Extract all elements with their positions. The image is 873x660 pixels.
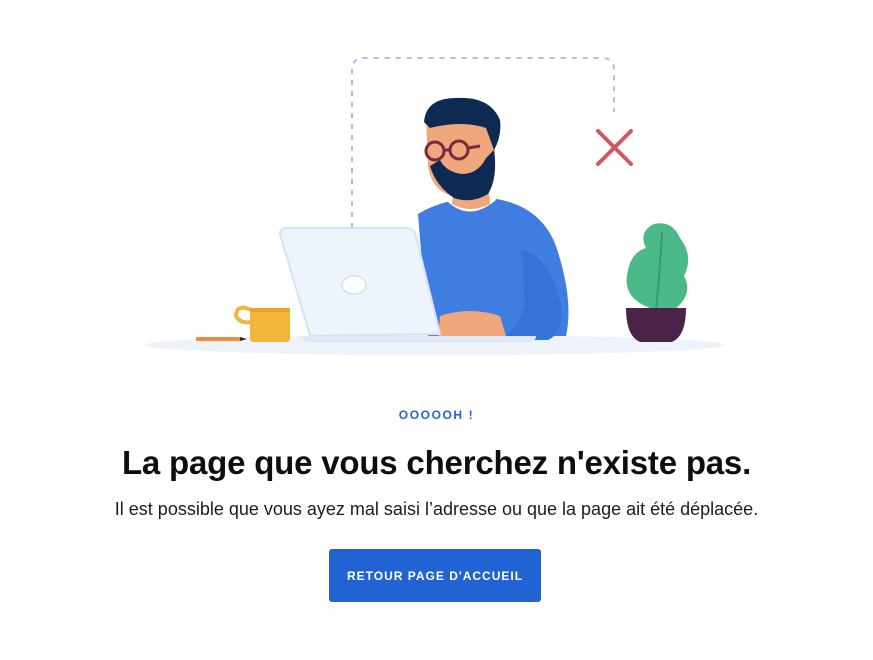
error-description: Il est possible que vous ayez mal saisi … <box>114 499 759 519</box>
man-with-glasses <box>418 97 569 340</box>
error-eyebrow: OOOOOH ! <box>398 408 475 422</box>
close-icon <box>596 129 633 166</box>
error-illustration <box>145 57 725 355</box>
hand <box>438 311 506 338</box>
page-title: La page que vous cherchez n'existe pas. <box>121 444 752 481</box>
pencil-icon <box>196 337 247 341</box>
error-page: OOOOOH ! La page que vous cherchez n'exi… <box>0 0 873 660</box>
back-home-button[interactable]: RETOUR PAGE D'ACCUEIL <box>329 549 541 602</box>
plant-icon <box>626 223 689 342</box>
mug-icon <box>233 305 290 342</box>
pot <box>626 308 686 342</box>
